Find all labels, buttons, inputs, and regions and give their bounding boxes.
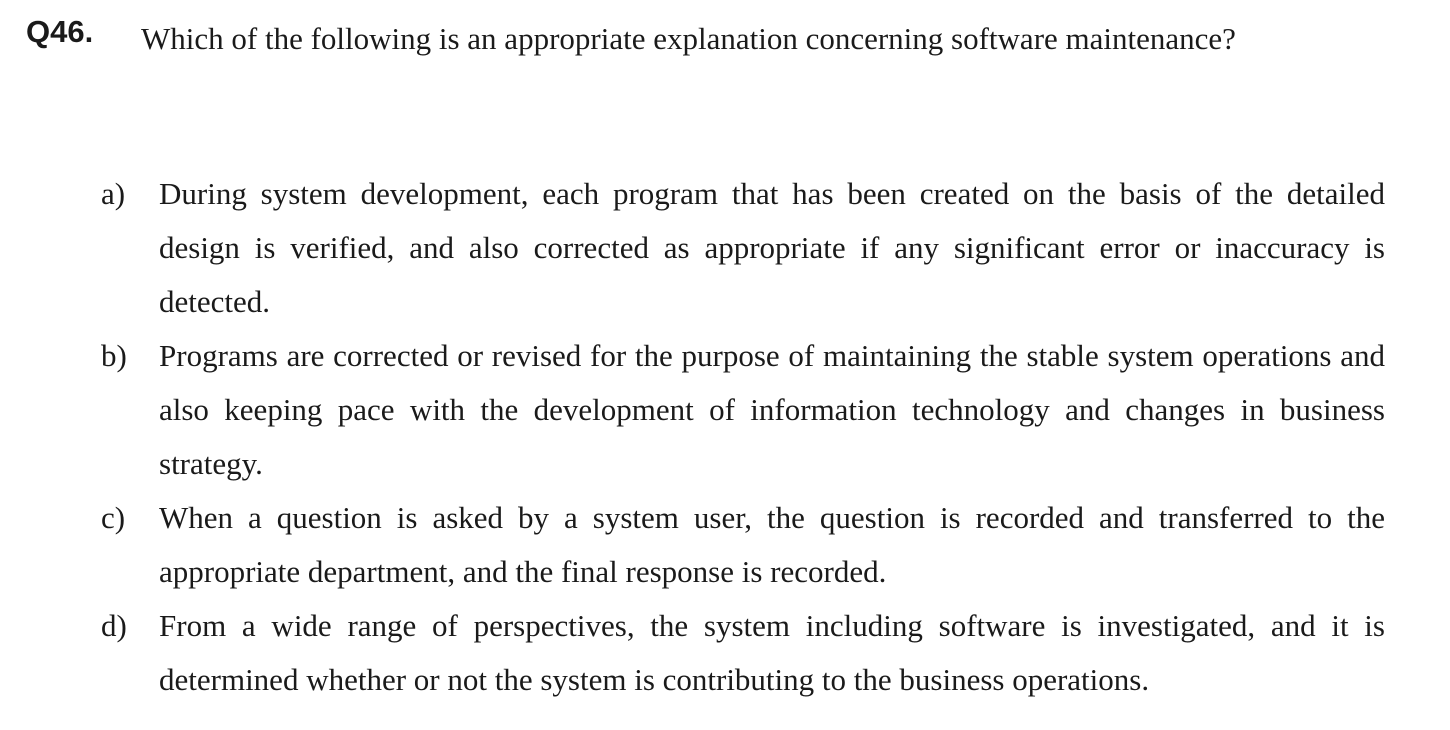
option-b: b) Programs are corrected or revised for…	[0, 329, 1450, 491]
option-text: Programs are corrected or revised for th…	[159, 338, 1385, 481]
option-text: From a wide range of perspectives, the s…	[159, 608, 1385, 697]
option-c: c) When a question is asked by a system …	[0, 491, 1450, 599]
option-text: When a question is asked by a system use…	[159, 500, 1385, 589]
option-label: c)	[101, 500, 126, 535]
option-d: d) From a wide range of perspectives, th…	[0, 599, 1450, 707]
option-text: During system development, each program …	[159, 176, 1385, 319]
question-text: Which of the following is an appropriate…	[141, 21, 1236, 56]
option-a: a) During system development, each progr…	[0, 167, 1450, 329]
option-label: d)	[101, 608, 127, 643]
option-label: a)	[101, 176, 126, 211]
question-number: Q46.	[26, 14, 94, 49]
answer-options: a) During system development, each progr…	[0, 167, 1450, 707]
option-label: b)	[101, 338, 127, 373]
question-block: Q46. Which of the following is an approp…	[0, 0, 1450, 730]
